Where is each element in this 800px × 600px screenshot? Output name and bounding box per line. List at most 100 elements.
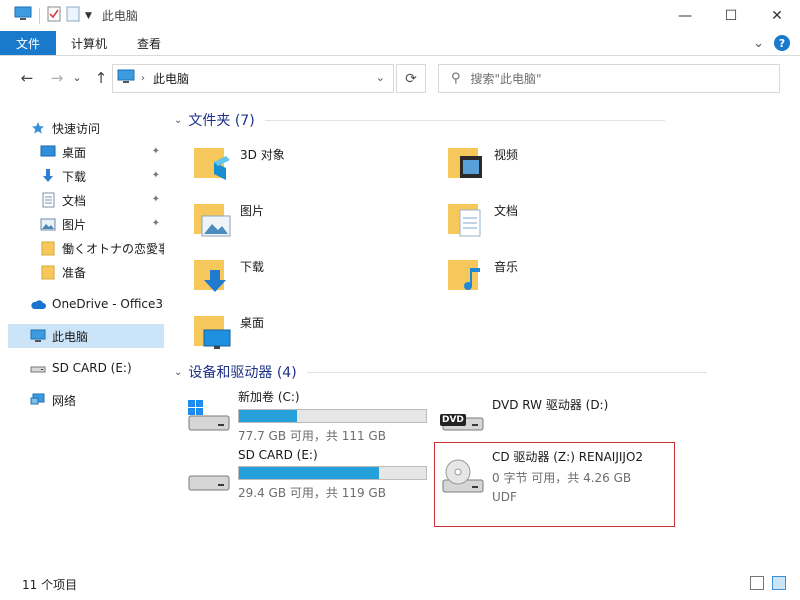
video-folder-icon [446, 142, 486, 182]
expand-ribbon-icon[interactable]: ⌄ [753, 36, 764, 51]
folder-label: 视频 [494, 148, 519, 162]
breadcrumb-this-pc[interactable]: 此电脑 [153, 70, 189, 87]
dvd-drive-icon: DVD [440, 396, 484, 436]
view-switcher [750, 576, 786, 590]
tab-computer[interactable]: 计算机 [56, 31, 122, 55]
pin-icon[interactable]: ✦ [152, 194, 160, 205]
folder-documents[interactable]: 文档 [424, 198, 664, 248]
address-dropdown-icon[interactable]: ⌄ [376, 71, 385, 84]
windows-drive-icon [186, 396, 230, 436]
desktop-icon [40, 144, 56, 160]
drive-space-info: 77.7 GB 可用，共 111 GB [238, 429, 386, 443]
ribbon-right-controls: ⌄ ? [753, 35, 790, 51]
cloud-icon [30, 296, 46, 312]
folders-group-header[interactable]: ⌄ 文件夹 (7) [174, 110, 665, 130]
title-bar: ▼ 此电脑 — ☐ ✕ [0, 0, 800, 31]
download-arrow-icon [40, 168, 56, 184]
sidebar-item-sd-card[interactable]: SD CARD (E:) [8, 356, 164, 380]
help-icon[interactable]: ? [774, 35, 790, 51]
sidebar-item-this-pc[interactable]: 此电脑 [8, 324, 164, 348]
sidebar-item-downloads[interactable]: 下载 ✦ [8, 164, 164, 188]
drive-e[interactable]: SD CARD (E:) 29.4 GB 可用，共 119 GB [170, 448, 427, 508]
folder-3d-objects[interactable]: 3D 对象 [170, 142, 410, 192]
recent-locations-button[interactable]: ⌄ [68, 64, 86, 90]
tab-file[interactable]: 文件 [0, 31, 56, 55]
folder-pictures[interactable]: 图片 [170, 198, 410, 248]
sidebar-item-pictures[interactable]: 图片 ✦ [8, 212, 164, 236]
drive-c[interactable]: 新加卷 (C:) 77.7 GB 可用，共 111 GB [170, 388, 427, 448]
music-folder-icon [446, 254, 486, 294]
sidebar-item-label: 働くオトナの恋愛事情 [62, 241, 164, 256]
drive-usage-bar [238, 409, 427, 423]
sidebar-item-documents[interactable]: 文档 ✦ [8, 188, 164, 212]
group-divider [264, 119, 665, 121]
folder-downloads[interactable]: 下载 [170, 254, 410, 304]
sidebar-item-network[interactable]: 网络 [8, 388, 164, 412]
sidebar-item-folder-2[interactable]: 准备 [8, 260, 164, 284]
network-icon [30, 392, 46, 408]
sidebar-item-onedrive[interactable]: OneDrive - Office365 [8, 292, 164, 316]
drive-space-info: 29.4 GB 可用，共 119 GB [238, 486, 386, 500]
dvd-badge: DVD [442, 415, 464, 425]
drive-d[interactable]: DVD DVD RW 驱动器 (D:) [424, 388, 608, 448]
drive-label: 新加卷 (C:) [238, 390, 300, 404]
folder-icon [40, 264, 56, 280]
navigation-pane: 快速访问 桌面 ✦ 下载 ✦ 文档 ✦ 图片 ✦ 働くオトナの恋愛事情 [0, 108, 165, 568]
breadcrumb-separator[interactable]: › [141, 73, 145, 84]
new-folder-icon[interactable] [66, 6, 80, 25]
sidebar-item-label: OneDrive - Office365 [52, 297, 164, 311]
pin-icon[interactable]: ✦ [152, 170, 160, 181]
large-icons-view-button[interactable] [772, 576, 786, 590]
drive-usage-fill [239, 467, 380, 479]
close-button[interactable]: ✕ [754, 0, 800, 31]
maximize-button[interactable]: ☐ [708, 0, 754, 31]
computer-icon [117, 69, 135, 88]
pin-icon[interactable]: ✦ [152, 146, 160, 157]
minimize-button[interactable]: — [662, 0, 708, 31]
sidebar-item-desktop[interactable]: 桌面 ✦ [8, 140, 164, 164]
search-box[interactable]: ⚲ 搜索"此电脑" [438, 64, 780, 93]
chevron-down-icon[interactable]: ⌄ [174, 115, 182, 126]
drive-icon [30, 360, 46, 376]
desktop-folder-icon [192, 310, 232, 350]
download-folder-icon [192, 254, 232, 294]
up-button[interactable]: ↑ [88, 65, 114, 91]
folder-label: 3D 对象 [240, 148, 285, 162]
folder-videos[interactable]: 视频 [424, 142, 664, 192]
selection-highlight-box [434, 442, 675, 527]
sidebar-item-quick-access[interactable]: 快速访问 [8, 116, 164, 140]
search-placeholder: 搜索"此电脑" [470, 72, 542, 86]
computer-icon [30, 328, 46, 344]
customize-dropdown-icon[interactable]: ▼ [85, 11, 92, 21]
navigation-bar: ← → ⌄ ↑ › 此电脑 ⌄ ⟳ ⚲ 搜索"此电脑" [0, 56, 800, 100]
refresh-button[interactable]: ⟳ [396, 64, 426, 93]
folder-desktop[interactable]: 桌面 [170, 310, 410, 360]
forward-button[interactable]: → [44, 65, 70, 91]
back-button[interactable]: ← [14, 65, 40, 91]
drives-group-header[interactable]: ⌄ 设备和驱动器 (4) [174, 362, 707, 382]
star-icon [30, 120, 46, 136]
group-divider [306, 371, 707, 373]
sidebar-item-label: SD CARD (E:) [52, 361, 132, 375]
sidebar-item-folder-1[interactable]: 働くオトナの恋愛事情 [8, 236, 164, 260]
folder-music[interactable]: 音乐 [424, 254, 664, 304]
drive-usage-fill [239, 410, 297, 422]
chevron-down-icon[interactable]: ⌄ [174, 367, 182, 378]
pin-icon[interactable]: ✦ [152, 218, 160, 229]
picture-folder-icon [192, 198, 232, 238]
sidebar-item-label: 此电脑 [52, 329, 89, 344]
details-view-button[interactable] [750, 576, 764, 590]
sidebar-item-label: 图片 [62, 217, 87, 232]
computer-icon[interactable] [14, 6, 32, 25]
document-icon [40, 192, 56, 208]
group-title: 设备和驱动器 (4) [188, 365, 297, 381]
properties-icon[interactable] [47, 6, 61, 25]
sidebar-item-label: 桌面 [62, 145, 87, 160]
status-bar: 11 个项目 [0, 568, 800, 600]
window-title: 此电脑 [101, 9, 138, 23]
drive-label: DVD RW 驱动器 (D:) [492, 398, 609, 412]
address-bar[interactable]: › 此电脑 ⌄ [112, 64, 394, 93]
tab-view[interactable]: 查看 [122, 31, 176, 55]
group-title: 文件夹 (7) [188, 113, 255, 129]
ribbon-tabs: 文件 计算机 查看 ⌄ ? [0, 31, 800, 56]
